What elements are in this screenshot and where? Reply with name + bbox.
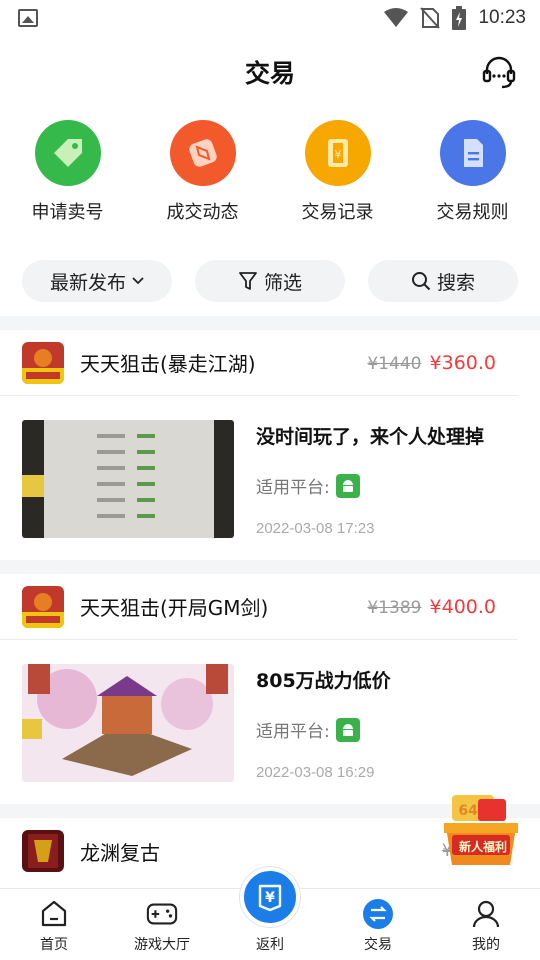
compass-icon bbox=[188, 139, 217, 167]
search-button[interactable]: 搜索 bbox=[368, 260, 518, 302]
price-box: ¥1389 ¥400.0 bbox=[367, 596, 496, 618]
bottom-tab-bar: 首页 游戏大厅 ¥ 返利 交易 我的 bbox=[0, 867, 540, 960]
quick-action-icon-bg: ¥ bbox=[304, 120, 371, 186]
tab-game-hall[interactable]: 游戏大厅 bbox=[108, 889, 216, 960]
quick-action-trade-rules[interactable]: 交易规则 bbox=[405, 120, 540, 230]
tab-home[interactable]: 首页 bbox=[0, 889, 108, 960]
quick-action-label: 申请卖号 bbox=[31, 202, 104, 223]
funnel-icon bbox=[239, 272, 257, 290]
svg-text:¥: ¥ bbox=[265, 890, 275, 906]
platform-label: 适用平台: bbox=[256, 722, 330, 742]
no-sim-icon bbox=[420, 7, 441, 29]
quick-action-icon-bg bbox=[34, 120, 101, 186]
tab-label: 我的 bbox=[472, 937, 500, 953]
page-title: 交易 bbox=[244, 59, 295, 88]
gallery-notification-icon bbox=[18, 9, 38, 27]
wifi-icon bbox=[384, 8, 409, 27]
sale-price: ¥360.0 bbox=[429, 351, 496, 374]
section-divider bbox=[0, 316, 540, 330]
android-icon bbox=[335, 473, 360, 498]
quick-action-icon-bg bbox=[169, 120, 236, 186]
customer-service-button[interactable] bbox=[480, 54, 518, 92]
battery-icon bbox=[452, 6, 467, 30]
status-bar: 10:23 bbox=[0, 0, 540, 36]
headset-icon bbox=[482, 56, 516, 89]
search-label: 搜索 bbox=[436, 271, 475, 294]
tab-label: 返利 bbox=[256, 937, 284, 953]
tab-label: 游戏大厅 bbox=[134, 937, 190, 953]
search-icon bbox=[411, 272, 431, 291]
page-header: 交易 bbox=[0, 36, 540, 108]
quick-action-label: 成交动态 bbox=[166, 202, 239, 223]
listing-header: 天天狙击(暴走江湖) ¥1440 ¥360.0 bbox=[0, 330, 518, 396]
tab-label: 首页 bbox=[40, 937, 68, 953]
rebate-icon: ¥ bbox=[240, 867, 300, 927]
platform-row: 适用平台: bbox=[256, 473, 484, 498]
tab-mine[interactable]: 我的 bbox=[432, 889, 540, 960]
sale-price: ¥400.0 bbox=[429, 595, 496, 618]
tab-rebate[interactable]: ¥ 返利 bbox=[216, 867, 324, 960]
listing-title: 没时间玩了，来个人处理掉 bbox=[256, 426, 485, 448]
quick-actions: 申请卖号 成交动态 ¥ 交易记录 交易规则 bbox=[0, 120, 540, 230]
chevron-down-icon bbox=[132, 277, 144, 285]
listing-card[interactable]: 天天狙击(开局GM剑) ¥1389 ¥400.0 805万战力低价 适用平台: bbox=[0, 574, 540, 804]
listing-screenshot bbox=[22, 664, 234, 782]
quick-action-deal-feed[interactable]: 成交动态 bbox=[135, 120, 270, 230]
listing-info: 805万战力低价 适用平台: 2022-03-08 16:29 bbox=[256, 664, 391, 782]
home-icon bbox=[38, 898, 70, 930]
price-box: ¥1440 ¥360.0 bbox=[367, 352, 496, 374]
game-icon bbox=[22, 585, 64, 628]
gift-box-icon: 648 bbox=[444, 795, 518, 865]
listing-header: 天天狙击(开局GM剑) ¥1389 ¥400.0 bbox=[0, 574, 518, 640]
quick-action-icon-bg bbox=[439, 120, 506, 186]
document-icon bbox=[463, 139, 483, 167]
platform-label: 适用平台: bbox=[256, 478, 330, 498]
filter-bar: 最新发布 筛选 搜索 bbox=[0, 260, 540, 304]
quick-action-trade-records[interactable]: ¥ 交易记录 bbox=[270, 120, 405, 230]
listing-screenshot bbox=[22, 420, 234, 538]
section-divider bbox=[0, 560, 540, 574]
platform-row: 适用平台: bbox=[256, 717, 391, 742]
gamepad-icon bbox=[146, 898, 178, 930]
sort-dropdown[interactable]: 最新发布 bbox=[22, 260, 172, 302]
tag-icon bbox=[53, 139, 82, 167]
listing-body: 805万战力低价 适用平台: 2022-03-08 16:29 bbox=[0, 640, 540, 782]
listing-card[interactable]: 天天狙击(暴走江湖) ¥1440 ¥360.0 没时间玩了，来个人处理掉 适用平… bbox=[0, 330, 540, 560]
new-user-gift-button[interactable]: 648 新人福利 bbox=[442, 793, 520, 867]
exchange-icon bbox=[362, 898, 394, 930]
svg-text:¥: ¥ bbox=[334, 148, 341, 161]
user-icon bbox=[470, 898, 502, 930]
quick-action-label: 交易记录 bbox=[301, 202, 374, 223]
listing-body: 没时间玩了，来个人处理掉 适用平台: 2022-03-08 17:23 bbox=[0, 396, 540, 538]
tab-label: 交易 bbox=[364, 937, 392, 953]
listing-time: 2022-03-08 16:29 bbox=[256, 764, 375, 781]
listing-title: 805万战力低价 bbox=[256, 670, 391, 692]
quick-action-sell-account[interactable]: 申请卖号 bbox=[0, 120, 135, 230]
listing-time: 2022-03-08 17:23 bbox=[256, 520, 375, 537]
receipt-icon: ¥ bbox=[327, 139, 348, 167]
game-name: 天天狙击(暴走江湖) bbox=[80, 352, 256, 376]
game-icon bbox=[22, 830, 64, 872]
original-price: ¥1440 bbox=[367, 353, 422, 374]
listing-info: 没时间玩了，来个人处理掉 适用平台: 2022-03-08 17:23 bbox=[256, 420, 484, 538]
tab-trade[interactable]: 交易 bbox=[324, 889, 432, 960]
original-price: ¥1389 bbox=[367, 597, 422, 618]
game-icon bbox=[22, 341, 64, 384]
game-name: 龙渊复古 bbox=[80, 840, 160, 865]
sort-label: 最新发布 bbox=[49, 271, 126, 294]
clock: 10:23 bbox=[478, 7, 526, 28]
filter-label: 筛选 bbox=[263, 271, 302, 294]
promo-label: 新人福利 bbox=[459, 840, 508, 854]
game-name: 天天狙击(开局GM剑) bbox=[80, 596, 269, 620]
quick-action-label: 交易规则 bbox=[436, 202, 509, 223]
android-icon bbox=[335, 717, 360, 742]
filter-button[interactable]: 筛选 bbox=[195, 260, 345, 302]
status-indicators: 10:23 bbox=[384, 6, 526, 30]
